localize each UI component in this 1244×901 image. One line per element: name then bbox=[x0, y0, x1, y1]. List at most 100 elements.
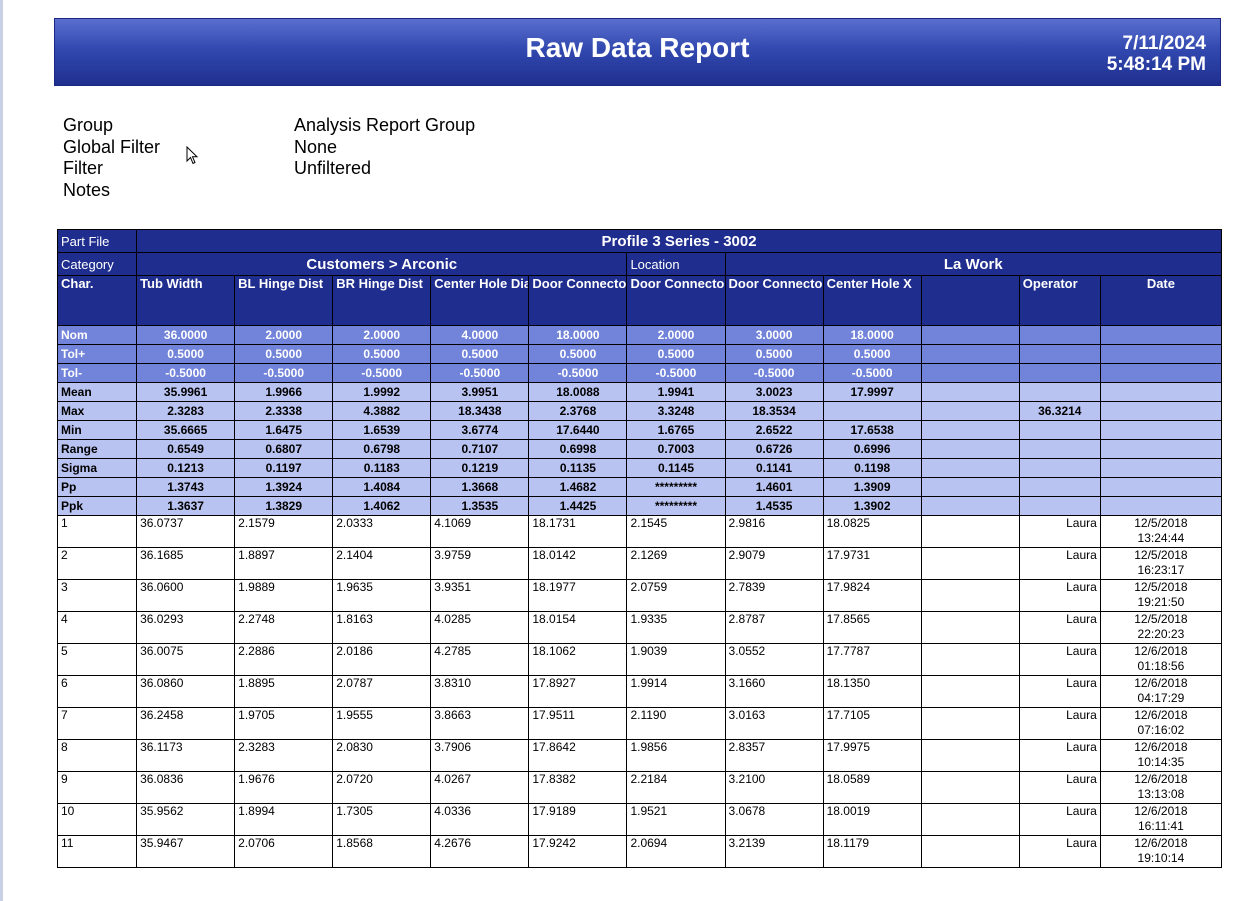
table-cell bbox=[1018, 363, 1101, 383]
table-cell: 18.3438 bbox=[430, 401, 530, 421]
row-label: Max bbox=[56, 401, 138, 421]
info-value-group: Analysis Report Group bbox=[294, 115, 476, 135]
info-value-global-filter: None bbox=[294, 136, 338, 157]
row-number: 1 bbox=[56, 515, 138, 548]
table-cell: 1.4062 bbox=[332, 496, 432, 516]
table-cell: 4.0285 bbox=[430, 611, 530, 644]
table-cell: 0.7003 bbox=[626, 439, 726, 459]
info-label-group: Group bbox=[63, 115, 114, 135]
table-cell: 2.8787 bbox=[724, 611, 824, 644]
table-cell bbox=[1099, 401, 1223, 421]
table-cell: 17.6538 bbox=[822, 420, 922, 440]
table-cell bbox=[1099, 363, 1223, 383]
statistic-row: Min 35.6665 1.6475 1.6539 3.6774 17.6440 1.676… bbox=[56, 420, 1223, 440]
table-cell: 3.0163 bbox=[724, 707, 824, 740]
table-cell: 1.3829 bbox=[234, 496, 334, 516]
table-cell bbox=[1018, 477, 1101, 497]
table-cell bbox=[920, 675, 1020, 708]
table-cell bbox=[920, 458, 1020, 478]
table-cell: 2.3283 bbox=[234, 739, 334, 772]
date-cell: 12/6/2018 16:11:41 bbox=[1099, 803, 1223, 836]
table-cell: 1.9889 bbox=[234, 579, 334, 612]
table-cell bbox=[1099, 458, 1223, 478]
table-cell: 1.9335 bbox=[626, 611, 726, 644]
date-cell: 12/6/2018 07:16:02 bbox=[1099, 707, 1223, 740]
info-value-notes bbox=[294, 180, 475, 202]
location-label: Location bbox=[626, 252, 726, 276]
part-file-label: Part File bbox=[56, 229, 138, 253]
table-row: 3 36.0600 1.9889 1.9635 3.9351 18.1977 2.0759 2… bbox=[56, 579, 1223, 612]
table-cell: 1.3668 bbox=[430, 477, 530, 497]
table-cell: 4.2785 bbox=[430, 643, 530, 676]
table-cell bbox=[1018, 325, 1101, 345]
table-cell: 1.9555 bbox=[332, 707, 432, 740]
table-cell: 35.9562 bbox=[136, 803, 236, 836]
time-value: 13:24:44 bbox=[1137, 531, 1185, 545]
table-cell: 0.1145 bbox=[626, 458, 726, 478]
date-cell: 12/6/2018 01:18:56 bbox=[1099, 643, 1223, 676]
column-header: Char. bbox=[56, 275, 138, 326]
table-cell: 3.9951 bbox=[430, 382, 530, 402]
row-label: Ppk bbox=[56, 496, 138, 516]
table-cell: 0.1183 bbox=[332, 458, 432, 478]
table-row: 2 36.1685 1.8897 2.1404 3.9759 18.0142 2.1269 2… bbox=[56, 547, 1223, 580]
table-row: 8 36.1173 2.3283 2.0830 3.7906 17.8642 1.9856 2… bbox=[56, 739, 1223, 772]
table-cell bbox=[822, 401, 922, 421]
table-cell: 36.0860 bbox=[136, 675, 236, 708]
table-cell bbox=[1018, 458, 1101, 478]
table-cell: 36.0000 bbox=[136, 325, 236, 345]
statistic-row: Ppk 1.3637 1.3829 1.4062 1.3535 1.4425 *******… bbox=[56, 496, 1223, 516]
table-cell: 18.1731 bbox=[528, 515, 628, 548]
table-cell bbox=[1099, 420, 1223, 440]
table-cell: 1.6765 bbox=[626, 420, 726, 440]
table-cell: 0.5000 bbox=[724, 344, 824, 364]
column-header bbox=[920, 275, 1020, 326]
category-value: Customers > Arconic bbox=[136, 252, 628, 276]
column-header: Center Hole Dia bbox=[430, 275, 530, 326]
date-value: 12/5/2018 bbox=[1134, 612, 1188, 627]
operator-cell: Laura bbox=[1018, 771, 1101, 804]
part-file-row: Part File Profile 3 Series - 3002 bbox=[56, 229, 1222, 253]
table-cell bbox=[920, 739, 1020, 772]
table-cell bbox=[920, 547, 1020, 580]
table-cell: 1.8568 bbox=[332, 835, 432, 868]
time-value: 04:17:29 bbox=[1137, 691, 1185, 705]
tolerance-row: Tol+ 0.5000 0.5000 0.5000 0.5000 0.5000 0.5000… bbox=[56, 344, 1223, 364]
time-value: 07:16:02 bbox=[1137, 723, 1185, 737]
table-row: 9 36.0836 1.9676 2.0720 4.0267 17.8382 2.2184 3… bbox=[56, 771, 1223, 804]
table-cell: 3.8663 bbox=[430, 707, 530, 740]
info-values: Analysis Report Group None Unfiltered bbox=[294, 115, 475, 201]
table-cell bbox=[920, 835, 1020, 868]
date-value: 12/6/2018 bbox=[1134, 644, 1188, 659]
table-cell: 0.7107 bbox=[430, 439, 530, 459]
table-cell: ********* bbox=[626, 496, 726, 516]
table-cell: 2.9079 bbox=[724, 547, 824, 580]
table-cell: -0.5000 bbox=[332, 363, 432, 383]
mouse-pointer-icon bbox=[186, 146, 199, 165]
date-cell: 12/5/2018 22:20:23 bbox=[1099, 611, 1223, 644]
statistic-row: Range 0.6549 0.6807 0.6798 0.7107 0.6998 0.700… bbox=[56, 439, 1223, 459]
table-cell: 3.9759 bbox=[430, 547, 530, 580]
table-cell: 18.0088 bbox=[528, 382, 628, 402]
column-header: Center Hole X bbox=[822, 275, 922, 326]
table-cell bbox=[1099, 496, 1223, 516]
table-cell: 36.0293 bbox=[136, 611, 236, 644]
location-value: La Work bbox=[724, 252, 1223, 276]
date-value: 12/5/2018 bbox=[1134, 516, 1188, 531]
table-cell: 0.5000 bbox=[332, 344, 432, 364]
table-cell: 0.5000 bbox=[822, 344, 922, 364]
table-cell: 17.9731 bbox=[822, 547, 922, 580]
date-cell: 12/5/2018 16:23:17 bbox=[1099, 547, 1223, 580]
table-cell: 17.7105 bbox=[822, 707, 922, 740]
statistic-row: Pp 1.3743 1.3924 1.4084 1.3668 1.4682 ********… bbox=[56, 477, 1223, 497]
table-cell: 2.3338 bbox=[234, 401, 334, 421]
table-cell: 0.5000 bbox=[136, 344, 236, 364]
table-cell: 3.6774 bbox=[430, 420, 530, 440]
column-header: BR Hinge Dist bbox=[332, 275, 432, 326]
table-cell: 36.0600 bbox=[136, 579, 236, 612]
table-cell bbox=[1099, 382, 1223, 402]
table-cell: 1.4425 bbox=[528, 496, 628, 516]
row-number: 9 bbox=[56, 771, 138, 804]
tolerance-row: Tol- -0.5000 -0.5000 -0.5000 -0.5000 -0.5000-… bbox=[56, 363, 1223, 383]
table-cell: 17.8642 bbox=[528, 739, 628, 772]
